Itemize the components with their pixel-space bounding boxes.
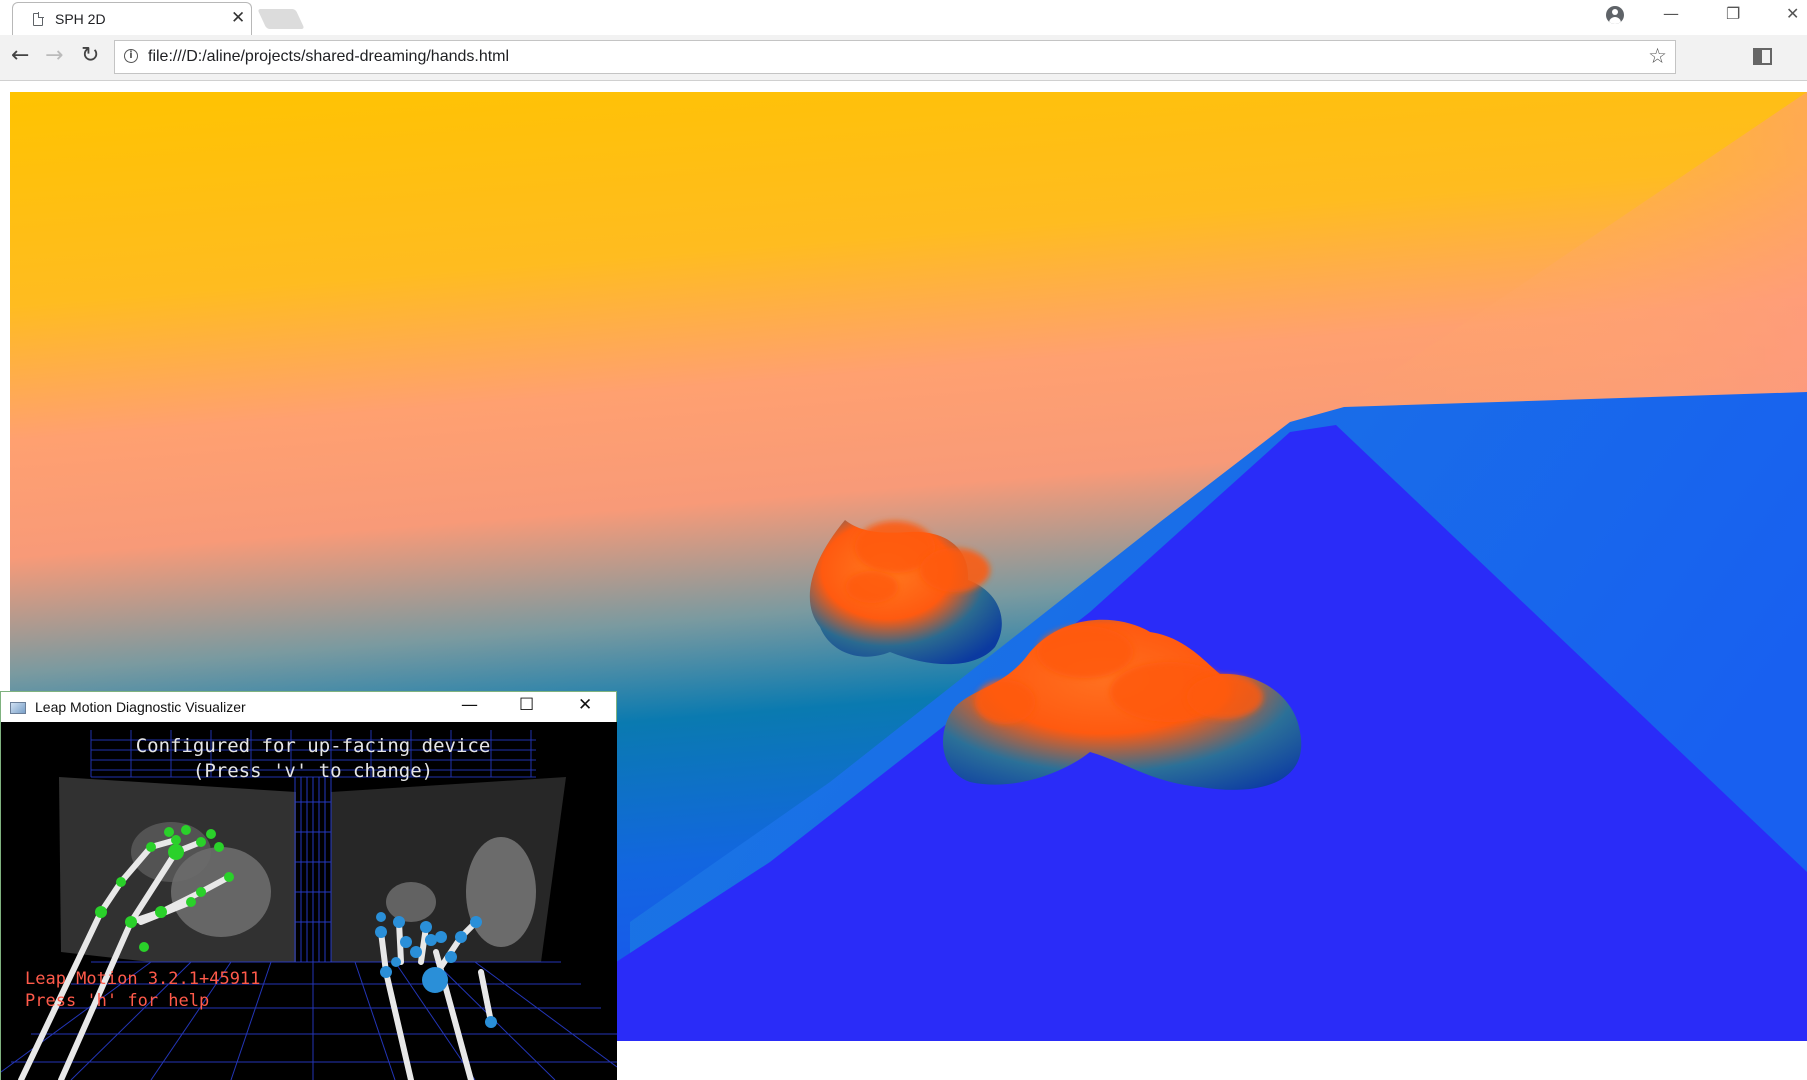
page-icon — [33, 12, 44, 26]
device-config-hint: (Press 'v' to change) — [193, 760, 433, 782]
tab-close-icon[interactable]: ✕ — [231, 8, 245, 28]
leap-visualizer-window[interactable]: Leap Motion Diagnostic Visualizer — ☐ ✕ — [0, 691, 617, 1080]
side-panel-icon[interactable] — [1753, 48, 1772, 65]
help-hint-text: Press 'h' for help — [25, 991, 209, 1011]
leap-app-icon — [10, 702, 26, 714]
new-tab-button[interactable] — [257, 9, 305, 29]
leap-maximize-button[interactable]: ☐ — [519, 695, 534, 715]
leap-titlebar[interactable]: Leap Motion Diagnostic Visualizer — ☐ ✕ — [1, 692, 616, 721]
leap-minimize-button[interactable]: — — [461, 695, 478, 715]
url-text[interactable]: file:///D:/aline/projects/shared-dreamin… — [148, 48, 509, 66]
device-config-text: Configured for up-facing device — [136, 735, 491, 757]
browser-tab[interactable]: SPH 2D ✕ — [12, 2, 252, 36]
version-text: Leap Motion 3.2.1+45911 — [25, 969, 260, 989]
window-close-button[interactable]: ✕ — [1786, 4, 1799, 23]
bookmark-star-icon[interactable]: ☆ — [1648, 44, 1667, 68]
site-info-icon[interactable]: i — [124, 49, 138, 63]
back-arrow-icon[interactable]: ← — [11, 43, 29, 69]
forward-arrow-icon[interactable]: → — [45, 43, 63, 69]
leap-close-button[interactable]: ✕ — [578, 695, 592, 715]
leap-window-title: Leap Motion Diagnostic Visualizer — [35, 699, 246, 715]
profile-icon[interactable] — [1606, 6, 1624, 24]
leap-3d-view[interactable]: Configured for up-facing device (Press '… — [1, 722, 617, 1080]
reload-icon[interactable]: ↻ — [81, 43, 99, 69]
address-bar[interactable]: i file:///D:/aline/projects/shared-dream… — [114, 40, 1676, 74]
browser-menu-icon[interactable]: ⋮ — [1799, 46, 1807, 68]
tab-title: SPH 2D — [55, 11, 106, 27]
window-minimize-button[interactable]: — — [1663, 4, 1679, 23]
tab-strip: SPH 2D ✕ — ❐ ✕ — [0, 0, 1807, 36]
window-restore-button[interactable]: ❐ — [1726, 4, 1740, 23]
